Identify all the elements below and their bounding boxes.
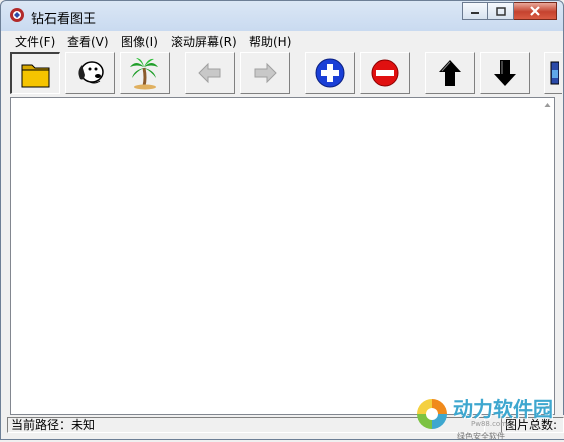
maximize-icon — [495, 6, 506, 16]
minimize-button[interactable] — [462, 2, 488, 20]
menu-file[interactable]: 文件(F) — [15, 33, 55, 50]
menu-bar: 文件(F) 查看(V) 图像(I) 滚动屏幕(R) 帮助(H) — [2, 31, 562, 50]
arrow-left-icon — [198, 62, 221, 84]
watermark: 动力软件园 Pw88.com 绿色安全软件 — [413, 393, 563, 441]
toolbar — [2, 50, 562, 98]
slideshow-button[interactable] — [120, 52, 170, 94]
zoom-in-icon — [315, 58, 345, 88]
browse-button[interactable] — [65, 52, 115, 94]
close-icon — [530, 6, 540, 16]
zoom-in-button[interactable] — [305, 52, 355, 94]
watermark-logo-icon — [417, 399, 447, 429]
caption-buttons — [462, 2, 557, 21]
zoom-out-button[interactable] — [360, 52, 410, 94]
minimize-icon — [471, 12, 479, 14]
window-title: 钻石看图王 — [31, 12, 97, 27]
palm-tree-icon — [130, 58, 158, 90]
open-folder-button[interactable] — [10, 52, 60, 94]
dog-icon — [78, 61, 104, 84]
image-thumbnail-icon — [550, 61, 559, 85]
toolbar-overflow-button[interactable] — [544, 52, 562, 94]
menu-view[interactable]: 查看(V) — [67, 33, 109, 50]
menu-help[interactable]: 帮助(H) — [249, 33, 291, 50]
maximize-button[interactable] — [488, 2, 514, 20]
current-path-text: 当前路径：未知 — [11, 418, 96, 432]
menu-image[interactable]: 图像(I) — [121, 33, 158, 50]
close-button[interactable] — [514, 2, 557, 20]
watermark-text: 动力软件园 — [453, 397, 553, 421]
folder-icon — [21, 64, 49, 87]
image-viewport[interactable] — [10, 97, 555, 415]
arrow-right-icon — [254, 62, 277, 84]
watermark-url: Pw88.com — [471, 420, 508, 428]
previous-button[interactable] — [185, 52, 235, 94]
arrow-up-icon — [439, 60, 461, 86]
scroll-up-arrow-icon[interactable] — [544, 102, 551, 109]
scroll-up-button[interactable] — [425, 52, 475, 94]
watermark-subtitle: 绿色安全软件 — [457, 432, 505, 441]
arrow-down-icon — [494, 60, 516, 86]
app-window: 钻石看图王 文件(F) 查看(V) 图像(I) 滚动屏幕(R) 帮助(H) 当前… — [0, 0, 564, 441]
app-diamond-icon — [10, 8, 24, 22]
next-button[interactable] — [240, 52, 290, 94]
title-bar[interactable]: 钻石看图王 — [1, 1, 563, 31]
menu-scroll-screen[interactable]: 滚动屏幕(R) — [171, 33, 237, 50]
zoom-out-icon — [371, 59, 399, 87]
scroll-down-button[interactable] — [480, 52, 530, 94]
vertical-scrollbar[interactable] — [541, 98, 554, 414]
